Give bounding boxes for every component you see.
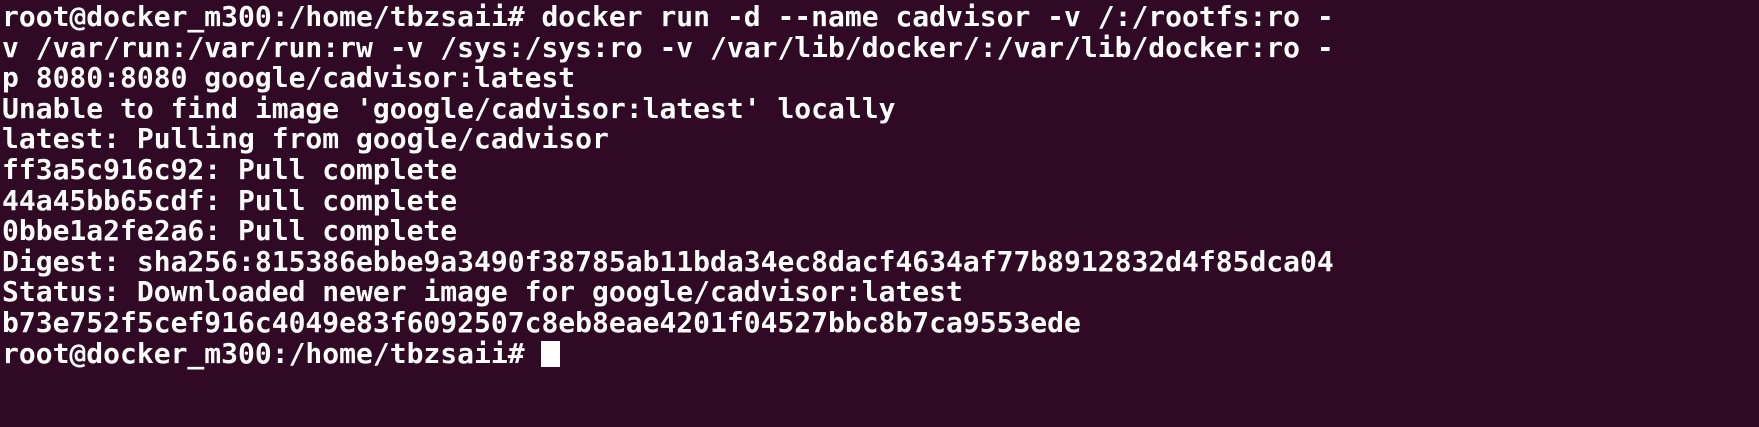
prompt-line[interactable]: root@docker_m300:/home/tbzsaii#: [2, 336, 1757, 370]
terminal-line: p 8080:8080 google/cadvisor:latest: [2, 61, 576, 95]
terminal-output[interactable]: root@docker_m300:/home/tbzsaii# docker r…: [2, 2, 1757, 425]
terminal-line: 44a45bb65cdf: Pull complete: [2, 183, 458, 217]
terminal-line: latest: Pulling from google/cadvisor: [2, 122, 609, 156]
terminal-line: ff3a5c916c92: Pull complete: [2, 152, 458, 186]
terminal-line: v /var/run:/var/run:rw -v /sys:/sys:ro -…: [2, 30, 1334, 64]
terminal-window[interactable]: root@docker_m300:/home/tbzsaii# docker r…: [0, 0, 1759, 427]
terminal-line: Unable to find image 'google/cadvisor:la…: [2, 91, 896, 125]
text-cursor: [541, 340, 561, 367]
terminal-line: 0bbe1a2fe2a6: Pull complete: [2, 214, 458, 248]
terminal-line: Status: Downloaded newer image for googl…: [2, 275, 963, 309]
shell-prompt: root@docker_m300:/home/tbzsaii#: [2, 336, 542, 370]
terminal-line: b73e752f5cef916c4049e83f6092507c8eb8eae4…: [2, 305, 1081, 339]
terminal-line: Digest: sha256:815386ebbe9a3490f38785ab1…: [2, 244, 1334, 278]
terminal-line: root@docker_m300:/home/tbzsaii# docker r…: [2, 2, 1334, 33]
